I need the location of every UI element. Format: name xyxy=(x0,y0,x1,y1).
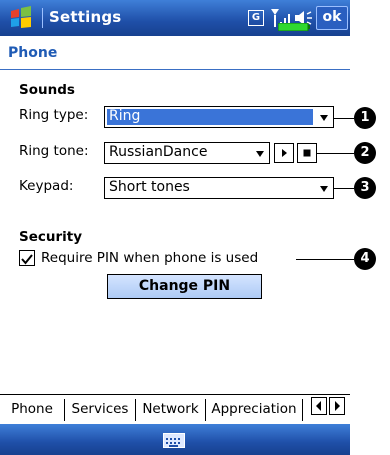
tab-services[interactable]: Services xyxy=(65,395,135,423)
tab-phone[interactable]: Phone xyxy=(0,395,64,423)
chevron-down-icon xyxy=(320,186,328,192)
ok-button[interactable]: ok xyxy=(316,6,348,30)
callout-2: 2 xyxy=(354,142,376,164)
callout-3: 3 xyxy=(354,177,376,199)
tab-scroll-left[interactable] xyxy=(311,397,327,415)
security-section-label: Security xyxy=(19,229,83,245)
network-type-icon: G xyxy=(248,10,264,26)
require-pin-label: Require PIN when phone is used xyxy=(41,250,259,266)
ring-type-label: Ring type: xyxy=(19,107,89,123)
chevron-down-icon xyxy=(256,151,264,157)
scroll-right-icon xyxy=(335,401,340,411)
stop-button[interactable] xyxy=(297,143,317,163)
tab-divider xyxy=(302,399,303,421)
callout-4: 4 xyxy=(354,248,376,270)
title-bar: Settings G ok xyxy=(0,0,350,36)
callout-3-line xyxy=(334,188,354,189)
tab-bar: Phone Services Network Appreciation xyxy=(0,394,350,425)
play-icon xyxy=(282,149,287,157)
keyboard-icon[interactable] xyxy=(163,433,185,448)
callout-4-line xyxy=(296,259,354,260)
heading-divider xyxy=(0,69,350,70)
keypad-label: Keypad: xyxy=(19,178,74,194)
ring-tone-dropdown[interactable]: RussianDance xyxy=(104,142,270,164)
chevron-down-icon xyxy=(320,115,328,121)
check-icon xyxy=(21,254,33,265)
ring-type-dropdown[interactable]: Ring xyxy=(104,106,334,128)
play-button[interactable] xyxy=(274,143,294,163)
stop-icon xyxy=(303,149,311,157)
keypad-value: Short tones xyxy=(109,179,190,195)
ring-type-value: Ring xyxy=(109,108,141,124)
tab-appreciation[interactable]: Appreciation xyxy=(206,395,302,423)
battery-icon xyxy=(278,23,310,31)
page-title: Phone xyxy=(8,45,58,61)
phone-settings-screen: Settings G ok Phone Sounds Ring type: Ri… xyxy=(0,0,350,455)
sounds-section-label: Sounds xyxy=(19,82,75,98)
windows-start-icon[interactable] xyxy=(8,6,34,30)
scroll-left-icon xyxy=(316,401,321,411)
require-pin-checkbox[interactable] xyxy=(19,250,35,266)
ring-tone-label: Ring tone: xyxy=(19,143,89,159)
menu-bar xyxy=(0,424,350,455)
keypad-dropdown[interactable]: Short tones xyxy=(104,177,334,199)
app-title: Settings xyxy=(49,8,122,26)
callout-2-line xyxy=(317,153,354,154)
tab-scroll-right[interactable] xyxy=(329,397,345,415)
change-pin-button[interactable]: Change PIN xyxy=(107,274,262,299)
tab-network[interactable]: Network xyxy=(136,395,205,423)
ring-tone-value: RussianDance xyxy=(109,144,208,160)
callout-1-line xyxy=(334,118,354,119)
title-separator xyxy=(42,8,43,28)
callout-1: 1 xyxy=(354,107,376,129)
